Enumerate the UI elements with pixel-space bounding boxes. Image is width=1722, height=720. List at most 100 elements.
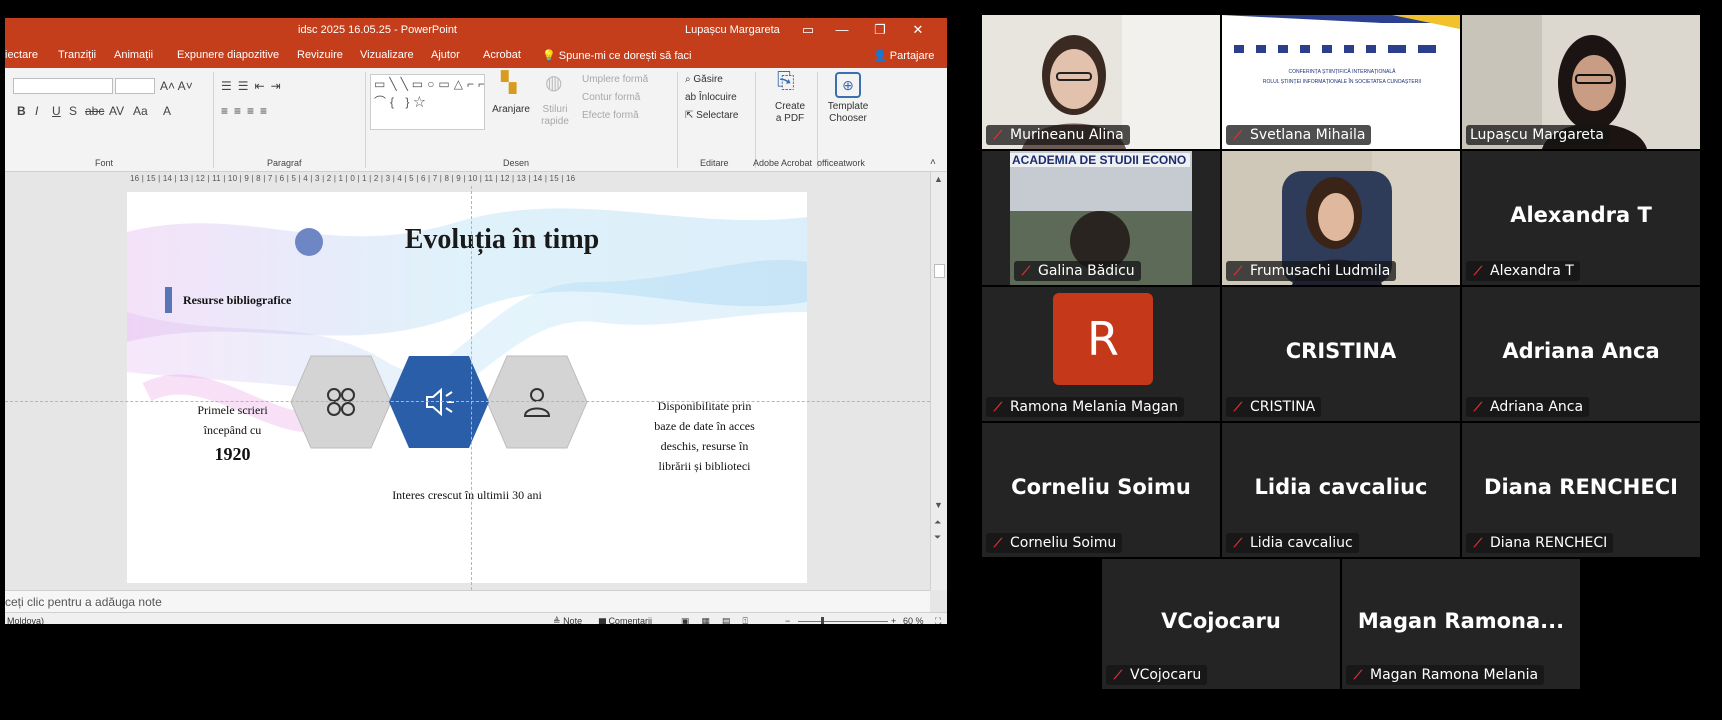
font-grow-icon[interactable]: A˄ A˅ bbox=[160, 79, 193, 93]
italic-icon[interactable]: I bbox=[35, 104, 38, 118]
scroll-down-icon[interactable]: ▼ bbox=[934, 500, 943, 510]
tab-acrobat[interactable]: Acrobat bbox=[483, 49, 521, 61]
horizontal-guide[interactable] bbox=[5, 401, 930, 402]
font-name-combo[interactable] bbox=[13, 78, 113, 94]
left-line-2: începând cu bbox=[203, 423, 262, 437]
group-label-desen: Desen bbox=[503, 158, 530, 168]
replace-icon: ab bbox=[685, 92, 697, 103]
shape-fill[interactable]: Umplere formă bbox=[582, 74, 648, 86]
participant-tile[interactable]: Magan Ramona... ⟋ Magan Ramona Melania bbox=[1342, 559, 1580, 689]
arrange-label[interactable]: Aranjare bbox=[491, 104, 531, 116]
scroll-up-icon[interactable]: ▲ bbox=[934, 174, 943, 184]
create-pdf-label-2[interactable]: a PDF bbox=[761, 113, 819, 125]
previous-slide-icon[interactable]: ⏶ bbox=[934, 517, 941, 528]
section-label[interactable]: Resurse bibliografice bbox=[183, 293, 291, 308]
tab-ajutor[interactable]: Ajutor bbox=[431, 49, 460, 61]
change-case-icon[interactable]: Aa bbox=[133, 104, 148, 118]
group-label-editare: Editare bbox=[700, 158, 729, 168]
fit-slide-icon[interactable]: ⛶ bbox=[935, 616, 941, 624]
participant-name: Lidia cavcaliuc bbox=[1250, 535, 1353, 551]
document-title: idsc 2025 16.05.25 - PowerPoint bbox=[298, 24, 457, 36]
comments-toggle[interactable]: ▆ Comentarii bbox=[599, 616, 652, 624]
left-year[interactable]: 1920 bbox=[185, 444, 280, 465]
participant-tile-active-speaker[interactable]: Lupașcu Margareta bbox=[1462, 15, 1700, 149]
select-button[interactable]: ⇱ Selectare bbox=[685, 110, 738, 122]
bottom-textbox[interactable]: Interes crescut în ultimii 30 ani bbox=[127, 488, 807, 503]
quick-styles-label-2[interactable]: rapide bbox=[535, 116, 575, 128]
participant-tile[interactable]: ACADEMIA DE STUDII ECONO ⟋ Galina Bădicu bbox=[982, 151, 1220, 285]
template-label-1[interactable]: Template bbox=[819, 101, 877, 113]
participant-nameplate: ⟋ VCojocaru bbox=[1106, 665, 1208, 685]
zoom-in-icon[interactable]: + bbox=[891, 616, 896, 624]
minimize-icon[interactable]: — bbox=[833, 21, 851, 39]
restore-icon[interactable]: ❐ bbox=[871, 21, 889, 39]
participant-tile[interactable]: Adriana Anca ⟋ Adriana Anca bbox=[1462, 287, 1700, 421]
notes-toggle[interactable]: ≜ Note bbox=[553, 616, 582, 624]
slide[interactable]: Evoluția în timp Resurse bibliografice P… bbox=[127, 192, 807, 583]
template-chooser-icon[interactable]: ⊕ bbox=[835, 72, 861, 98]
participant-tile[interactable]: Alexandra T ⟋ Alexandra T bbox=[1462, 151, 1700, 285]
underline-icon[interactable]: U bbox=[52, 104, 61, 118]
tell-me-search[interactable]: 💡 Spune-mi ce dorești să faci bbox=[542, 49, 691, 62]
arrange-icon[interactable]: ▚ bbox=[501, 73, 516, 93]
slide-title[interactable]: Evoluția în timp bbox=[127, 224, 807, 256]
shadow-icon[interactable]: S bbox=[69, 104, 77, 118]
right-textbox[interactable]: Disponibilitate prin baze de date în acc… bbox=[647, 396, 762, 476]
zoom-slider[interactable] bbox=[798, 621, 888, 622]
tab-vizualizare[interactable]: Vizualizare bbox=[360, 49, 414, 61]
close-icon[interactable]: ✕ bbox=[909, 21, 927, 39]
strikethrough-icon[interactable]: abc bbox=[85, 104, 104, 118]
quick-styles-label-1[interactable]: Stiluri bbox=[535, 104, 575, 116]
muted-mic-icon: ⟋ bbox=[1233, 128, 1243, 142]
ribbon-display-icon[interactable]: ▭ bbox=[799, 21, 817, 39]
shape-outline[interactable]: Contur formă bbox=[582, 92, 640, 104]
screen: idsc 2025 16.05.25 - PowerPoint Lupașcu … bbox=[0, 0, 1722, 720]
notes-pane[interactable]: ceți clic pentru a adăuga note bbox=[5, 590, 930, 612]
shape-effects[interactable]: Efecte formă bbox=[582, 110, 639, 122]
select-label: Selectare bbox=[696, 110, 739, 121]
participant-tile[interactable]: ⟋ Frumusachi Ludmila bbox=[1222, 151, 1460, 285]
participant-tile[interactable]: ⟋ Murineanu Alina bbox=[982, 15, 1220, 149]
participant-tile[interactable]: CONFERINȚA ȘTIINȚIFICĂ INTERNAȚIONALĂ RO… bbox=[1222, 15, 1460, 149]
share-label: Partajare bbox=[889, 50, 935, 62]
pdf-icon[interactable]: ⎘ bbox=[777, 70, 795, 92]
vertical-scrollbar[interactable]: ▲ ▼ ⏶ ⏷ bbox=[930, 172, 947, 590]
zoom-slider-thumb[interactable] bbox=[821, 617, 824, 624]
next-slide-icon[interactable]: ⏷ bbox=[934, 532, 941, 543]
participant-tile[interactable]: Diana RENCHECI ⟋ Diana RENCHECI bbox=[1462, 423, 1700, 557]
bold-icon[interactable]: B bbox=[17, 104, 26, 118]
collapse-ribbon-icon[interactable]: ˄ bbox=[930, 156, 936, 170]
participant-tile[interactable]: Lidia cavcaliuc ⟋ Lidia cavcaliuc bbox=[1222, 423, 1460, 557]
view-buttons[interactable]: ▣▦▤⍐ bbox=[681, 616, 760, 624]
language-status[interactable]: Moldova) bbox=[7, 616, 44, 624]
zoom-out-icon[interactable]: − bbox=[785, 616, 790, 624]
zoom-level[interactable]: 60 % bbox=[903, 616, 924, 624]
font-color-icon[interactable]: A bbox=[163, 104, 171, 118]
tab-revizuire[interactable]: Revizuire bbox=[297, 49, 343, 61]
tab-animatii[interactable]: Animații bbox=[114, 49, 153, 61]
participant-tile[interactable]: R ⟋ Ramona Melania Magan bbox=[982, 287, 1220, 421]
list-icons[interactable]: ☰☰⇤⇥ bbox=[221, 79, 287, 93]
replace-button[interactable]: ab Înlocuire bbox=[685, 92, 737, 104]
account-name[interactable]: Lupașcu Margareta bbox=[685, 24, 780, 36]
vertical-guide[interactable] bbox=[471, 186, 472, 590]
find-button[interactable]: ⌕ Găsire bbox=[685, 74, 723, 86]
participant-nameplate: ⟋ Svetlana Mihaila bbox=[1226, 125, 1372, 145]
separator bbox=[677, 72, 678, 168]
create-pdf-label-1[interactable]: Create bbox=[761, 101, 819, 113]
quick-styles-icon[interactable]: ◍ bbox=[545, 73, 562, 93]
template-label-2[interactable]: Chooser bbox=[819, 113, 877, 125]
align-icons[interactable]: ≡≡≡≡ bbox=[221, 104, 273, 118]
tab-tranzitii[interactable]: Tranziții bbox=[58, 49, 96, 61]
participant-tile[interactable]: CRISTINA ⟋ CRISTINA bbox=[1222, 287, 1460, 421]
shapes-gallery[interactable]: ▭╲╲▭○▭△⌐⌐⇨⇩⌒{ }☆ bbox=[370, 74, 485, 130]
participant-tile[interactable]: Corneliu Soimu ⟋ Corneliu Soimu bbox=[982, 423, 1220, 557]
tab-proiectare[interactable]: iectare bbox=[5, 49, 38, 61]
char-spacing-icon[interactable]: AV bbox=[109, 104, 124, 118]
tab-expunere[interactable]: Expunere diapozitive bbox=[177, 49, 279, 61]
scroll-thumb[interactable] bbox=[934, 264, 945, 278]
font-size-combo[interactable] bbox=[115, 78, 155, 94]
left-textbox[interactable]: Primele scrieri începând cu bbox=[185, 400, 280, 440]
participant-tile[interactable]: VCojocaru ⟋ VCojocaru bbox=[1102, 559, 1340, 689]
share-button[interactable]: 👤 Partajare bbox=[873, 49, 934, 62]
